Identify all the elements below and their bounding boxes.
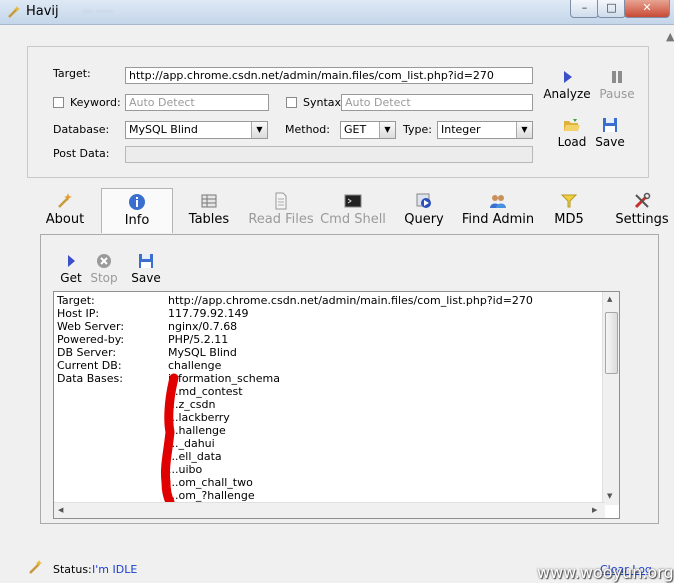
- horizontal-scrollbar[interactable]: ◀ ▶: [54, 502, 605, 518]
- redaction-mark: [161, 373, 179, 507]
- target-label: Target:: [53, 67, 91, 80]
- pause-label: Pause: [599, 87, 635, 101]
- maximize-icon: □: [606, 1, 617, 14]
- wand-icon: [58, 193, 72, 208]
- close-button[interactable]: ✕: [624, 0, 670, 18]
- query-icon: [416, 193, 431, 208]
- stop-label: Stop: [90, 271, 118, 285]
- stop-button[interactable]: Stop: [88, 253, 120, 285]
- target-input[interactable]: http://app.chrome.csdn.net/admin/main.fi…: [125, 67, 533, 84]
- maximize-button[interactable]: □: [597, 0, 626, 18]
- keyword-input[interactable]: Auto Detect: [125, 94, 269, 111]
- tab-read-files[interactable]: Read Files: [246, 188, 316, 232]
- type-value: Integer: [441, 123, 481, 136]
- save-config-label: Save: [595, 135, 625, 149]
- syntax-checkbox[interactable]: [286, 97, 297, 108]
- analyze-button[interactable]: Analyze: [543, 69, 591, 101]
- scroll-down-icon[interactable]: ▼: [607, 492, 612, 500]
- postdata-label: Post Data:: [53, 147, 110, 160]
- play-icon: [564, 71, 572, 83]
- tab-find-admin[interactable]: Find Admin: [460, 188, 536, 232]
- window-title: Havij: [26, 4, 59, 19]
- vertical-scrollbar[interactable]: ▲ ▼: [602, 292, 619, 505]
- havij-window: Havij ··· ····· – □ ✕ ▲ Target: http://a…: [0, 0, 674, 583]
- pause-icon: [612, 71, 622, 83]
- info-output[interactable]: Target: http://app.chrome.csdn.net/admin…: [53, 291, 620, 519]
- syntax-input[interactable]: Auto Detect: [341, 94, 533, 111]
- save-info-button[interactable]: Save: [129, 253, 163, 285]
- floppy-disk-icon: [139, 254, 153, 268]
- scroll-left-icon[interactable]: ◀: [58, 506, 63, 514]
- users-icon: [490, 195, 506, 208]
- floppy-disk-icon: [603, 118, 617, 132]
- tab-query[interactable]: Query: [400, 188, 448, 232]
- table-icon: [201, 194, 217, 208]
- database-label: Database:: [53, 123, 110, 136]
- tab-label: About: [45, 212, 85, 227]
- type-label: Type:: [403, 123, 432, 136]
- target-panel: Target: http://app.chrome.csdn.net/admin…: [27, 46, 649, 178]
- tab-label: Find Admin: [461, 212, 535, 227]
- status-label: Status:: [53, 563, 92, 576]
- app-icon: [8, 6, 20, 18]
- type-select[interactable]: Integer ▼: [437, 121, 533, 139]
- tab-info[interactable]: Info: [101, 188, 173, 233]
- tab-md5[interactable]: MD5: [548, 188, 590, 232]
- file-icon: [275, 192, 287, 210]
- tab-label: Info: [124, 213, 150, 228]
- status-value: I'm IDLE: [92, 563, 138, 576]
- tab-tables[interactable]: Tables: [180, 188, 238, 232]
- chevron-down-icon: ▼: [516, 122, 532, 138]
- terminal-icon: [344, 194, 362, 208]
- scroll-right-icon[interactable]: ▶: [592, 506, 597, 514]
- scroll-up-icon[interactable]: ▲: [607, 295, 612, 303]
- tab-label: Query: [404, 212, 444, 227]
- keyword-checkbox[interactable]: [53, 97, 64, 108]
- keyword-label: Keyword:: [70, 96, 121, 109]
- chevron-down-icon: ▼: [379, 122, 395, 138]
- save-info-label: Save: [131, 271, 161, 285]
- save-config-button[interactable]: Save: [591, 117, 629, 149]
- minimize-icon: –: [581, 1, 588, 14]
- load-button[interactable]: Load: [554, 117, 590, 149]
- postdata-input[interactable]: [125, 146, 533, 163]
- tab-label: Tables: [188, 212, 230, 227]
- database-select[interactable]: MySQL Blind ▼: [125, 121, 268, 139]
- info-icon: [129, 194, 145, 210]
- tab-label: Settings: [615, 212, 669, 227]
- tab-label: Read Files: [248, 212, 314, 227]
- tab-label: MD5: [554, 212, 584, 227]
- tools-icon: [634, 192, 651, 209]
- load-label: Load: [557, 135, 587, 149]
- method-value: GET: [344, 123, 367, 136]
- analyze-label: Analyze: [543, 87, 591, 101]
- tab-about[interactable]: About: [36, 188, 94, 232]
- method-select[interactable]: GET ▼: [340, 121, 396, 139]
- main-tabs: About Info Tables Read Files Cmd Shell Q…: [30, 188, 670, 234]
- tab-label: Cmd Shell: [320, 212, 386, 227]
- scroll-thumb[interactable]: [605, 312, 618, 374]
- play-icon: [68, 255, 75, 267]
- resize-grip-icon: ▲: [666, 30, 674, 43]
- folder-open-icon: [564, 119, 580, 131]
- close-icon: ✕: [642, 1, 652, 14]
- chevron-down-icon: ▼: [251, 122, 267, 138]
- title-bar: Havij ··· ····· – □ ✕: [0, 0, 674, 25]
- minimize-button[interactable]: –: [570, 0, 599, 18]
- get-label: Get: [60, 271, 82, 285]
- syntax-label: Syntax:: [303, 96, 345, 109]
- pause-button[interactable]: Pause: [594, 69, 640, 101]
- tab-settings[interactable]: Settings: [614, 188, 670, 232]
- wand-icon: [29, 560, 42, 574]
- key-icon: [560, 194, 578, 208]
- method-label: Method:: [285, 123, 330, 136]
- database-value: MySQL Blind: [129, 123, 198, 136]
- watermark: www.wooyun.org: [537, 563, 674, 582]
- stop-icon: [97, 254, 111, 268]
- window-subtitle-blurred: ··· ·····: [82, 5, 114, 18]
- get-button[interactable]: Get: [58, 253, 84, 285]
- tab-cmd-shell[interactable]: Cmd Shell: [320, 188, 386, 232]
